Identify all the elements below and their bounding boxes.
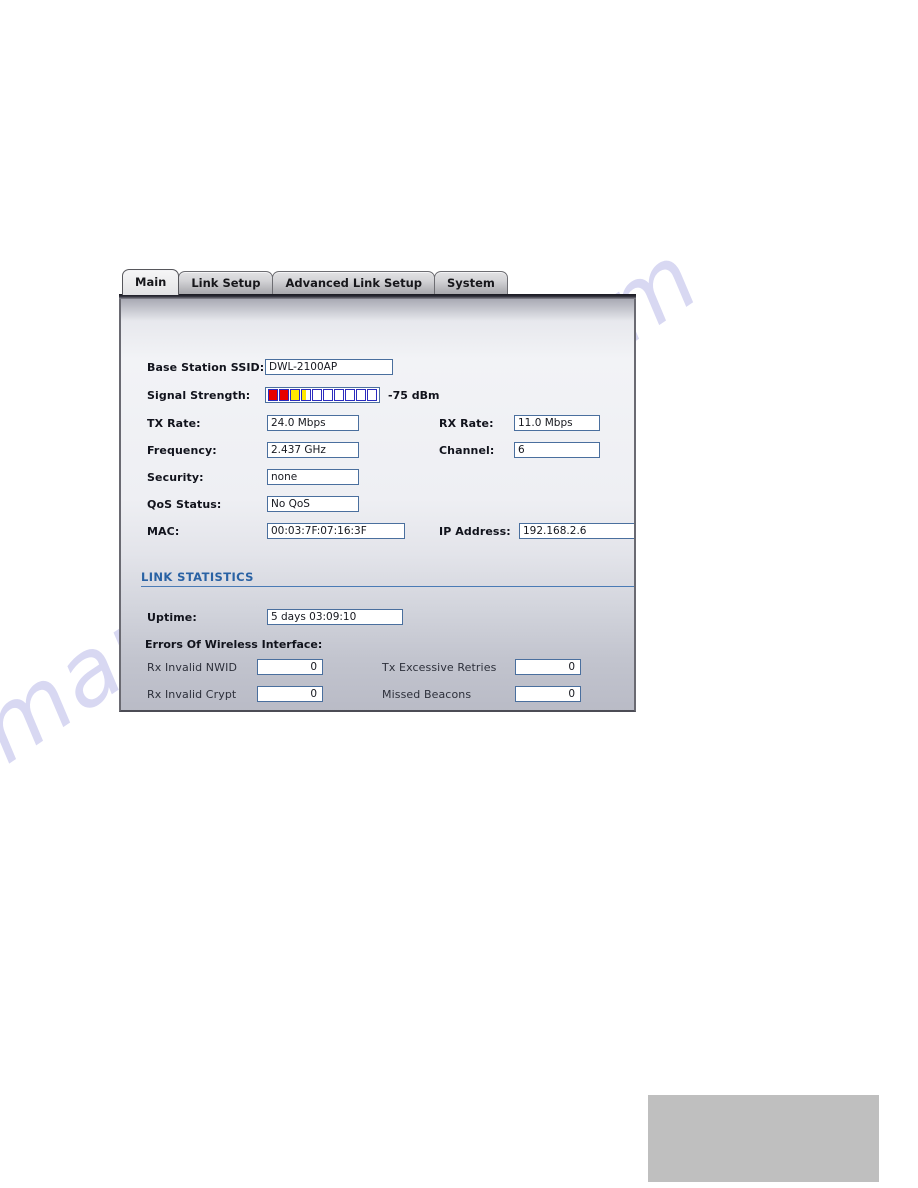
channel-value[interactable]: 6 <box>514 442 600 458</box>
row-security: Security: none <box>147 469 359 485</box>
row-uptime: Uptime: 5 days 03:09:10 <box>147 609 403 625</box>
rx-rate-value[interactable]: 11.0 Mbps <box>514 415 600 431</box>
row-frequency: Frequency: 2.437 GHz <box>147 442 359 458</box>
missed-beacons-value[interactable]: 0 <box>515 686 581 702</box>
rx-invalid-nwid-label: Rx Invalid NWID <box>147 660 238 674</box>
base-station-ssid-label: Base Station SSID: <box>147 360 265 374</box>
tx-rate-value[interactable]: 24.0 Mbps <box>267 415 359 431</box>
signal-cell-8 <box>345 389 355 401</box>
row-tx-excessive-retries: Tx Excessive Retries 0 <box>382 659 581 675</box>
row-mac: MAC: 00:03:7F:07:16:3F <box>147 523 405 539</box>
row-channel: Channel: 6 <box>439 442 600 458</box>
security-value[interactable]: none <box>267 469 359 485</box>
row-ip-address: IP Address: 192.168.2.6 <box>439 523 634 539</box>
row-rx-invalid-nwid: Rx Invalid NWID 0 <box>147 659 323 675</box>
tab-bar: Main Link Setup Advanced Link Setup Syst… <box>119 268 636 295</box>
row-signal-strength: Signal Strength: -75 dBm <box>147 387 439 403</box>
signal-strength-label: Signal Strength: <box>147 388 251 402</box>
mac-value[interactable]: 00:03:7F:07:16:3F <box>267 523 405 539</box>
rx-invalid-crypt-value[interactable]: 0 <box>257 686 323 702</box>
signal-cell-4 <box>301 389 311 401</box>
qos-status-value[interactable]: No QoS <box>267 496 359 512</box>
rx-rate-label: RX Rate: <box>439 416 494 430</box>
row-missed-beacons: Missed Beacons 0 <box>382 686 581 702</box>
tab-advanced-link-setup[interactable]: Advanced Link Setup <box>272 271 435 295</box>
rx-invalid-nwid-value[interactable]: 0 <box>257 659 323 675</box>
wireless-status-window: Main Link Setup Advanced Link Setup Syst… <box>119 268 636 712</box>
row-rx-rate: RX Rate: 11.0 Mbps <box>439 415 600 431</box>
link-statistics-rule <box>141 586 634 587</box>
ip-address-label: IP Address: <box>439 524 511 538</box>
signal-cell-6 <box>323 389 333 401</box>
channel-label: Channel: <box>439 443 495 457</box>
mac-label: MAC: <box>147 524 180 538</box>
signal-strength-dbm: -75 dBm <box>388 388 440 402</box>
signal-cell-5 <box>312 389 322 401</box>
tab-link-setup[interactable]: Link Setup <box>178 271 274 295</box>
tab-system[interactable]: System <box>434 271 508 295</box>
status-panel: Base Station SSID: DWL-2100AP Signal Str… <box>119 299 636 712</box>
qos-status-label: QoS Status: <box>147 497 222 511</box>
signal-cell-10 <box>367 389 377 401</box>
uptime-label: Uptime: <box>147 610 197 624</box>
tx-excessive-retries-value[interactable]: 0 <box>515 659 581 675</box>
missed-beacons-label: Missed Beacons <box>382 687 472 701</box>
corner-gray-block <box>648 1095 879 1182</box>
row-qos-status: QoS Status: No QoS <box>147 496 359 512</box>
tab-main[interactable]: Main <box>122 269 180 295</box>
tx-excessive-retries-label: Tx Excessive Retries <box>382 660 497 674</box>
row-rx-invalid-crypt: Rx Invalid Crypt 0 <box>147 686 323 702</box>
frequency-value[interactable]: 2.437 GHz <box>267 442 359 458</box>
tx-rate-label: TX Rate: <box>147 416 201 430</box>
rx-invalid-crypt-label: Rx Invalid Crypt <box>147 687 237 701</box>
security-label: Security: <box>147 470 204 484</box>
errors-of-wireless-interface-heading: Errors Of Wireless Interface: <box>145 638 323 651</box>
base-station-ssid-value[interactable]: DWL-2100AP <box>265 359 393 375</box>
uptime-value[interactable]: 5 days 03:09:10 <box>267 609 403 625</box>
signal-strength-meter <box>265 387 380 403</box>
row-base-station-ssid: Base Station SSID: DWL-2100AP <box>147 359 393 375</box>
signal-cell-1 <box>268 389 278 401</box>
signal-cell-7 <box>334 389 344 401</box>
link-statistics-heading: LINK STATISTICS <box>141 570 254 584</box>
frequency-label: Frequency: <box>147 443 217 457</box>
ip-address-value[interactable]: 192.168.2.6 <box>519 523 634 539</box>
signal-cell-9 <box>356 389 366 401</box>
signal-cell-3 <box>290 389 300 401</box>
row-tx-rate: TX Rate: 24.0 Mbps <box>147 415 359 431</box>
signal-cell-2 <box>279 389 289 401</box>
